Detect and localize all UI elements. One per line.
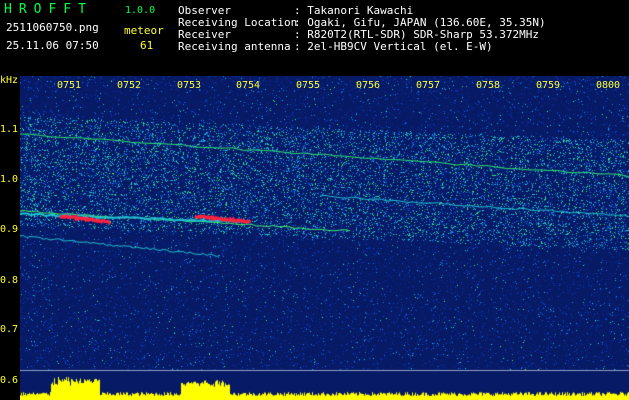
x-tick-0759: 0759 (536, 80, 561, 91)
y-tick-0.9: 0.9 (0, 224, 19, 235)
x-tick-0758: 0758 (476, 80, 501, 91)
app-version: 1.0.0 (125, 5, 156, 16)
meteor-label: meteor (124, 24, 164, 37)
y-tick-0.6: 0.6 (0, 375, 19, 386)
y-tick-0.8: 0.8 (0, 275, 19, 286)
spectrogram (20, 76, 629, 400)
info-antenna-value: : 2el-HB9CV Vertical (el. E-W) (294, 40, 493, 53)
info-antenna-key: Receiving antenna (178, 40, 291, 53)
x-tick-0754: 0754 (236, 80, 261, 91)
x-tick-0751: 0751 (57, 80, 82, 91)
meteor-count: 61 (140, 39, 154, 52)
y-unit-label: kHz (0, 75, 19, 86)
x-tick-0756: 0756 (356, 80, 381, 91)
x-tick-0753: 0753 (177, 80, 202, 91)
y-tick-1.1: 1.1 (0, 124, 19, 135)
datetime: 25.11.06 07:50 (6, 39, 99, 52)
y-tick-1.0: 1.0 (0, 174, 19, 185)
x-tick-0757: 0757 (416, 80, 441, 91)
file-name: 2511060750.png (6, 21, 99, 34)
x-tick-0755: 0755 (296, 80, 321, 91)
x-tick-0752: 0752 (117, 80, 142, 91)
app-title: HROFFT (4, 2, 93, 17)
y-tick-0.7: 0.7 (0, 324, 19, 335)
x-tick-0800: 0800 (596, 80, 621, 91)
